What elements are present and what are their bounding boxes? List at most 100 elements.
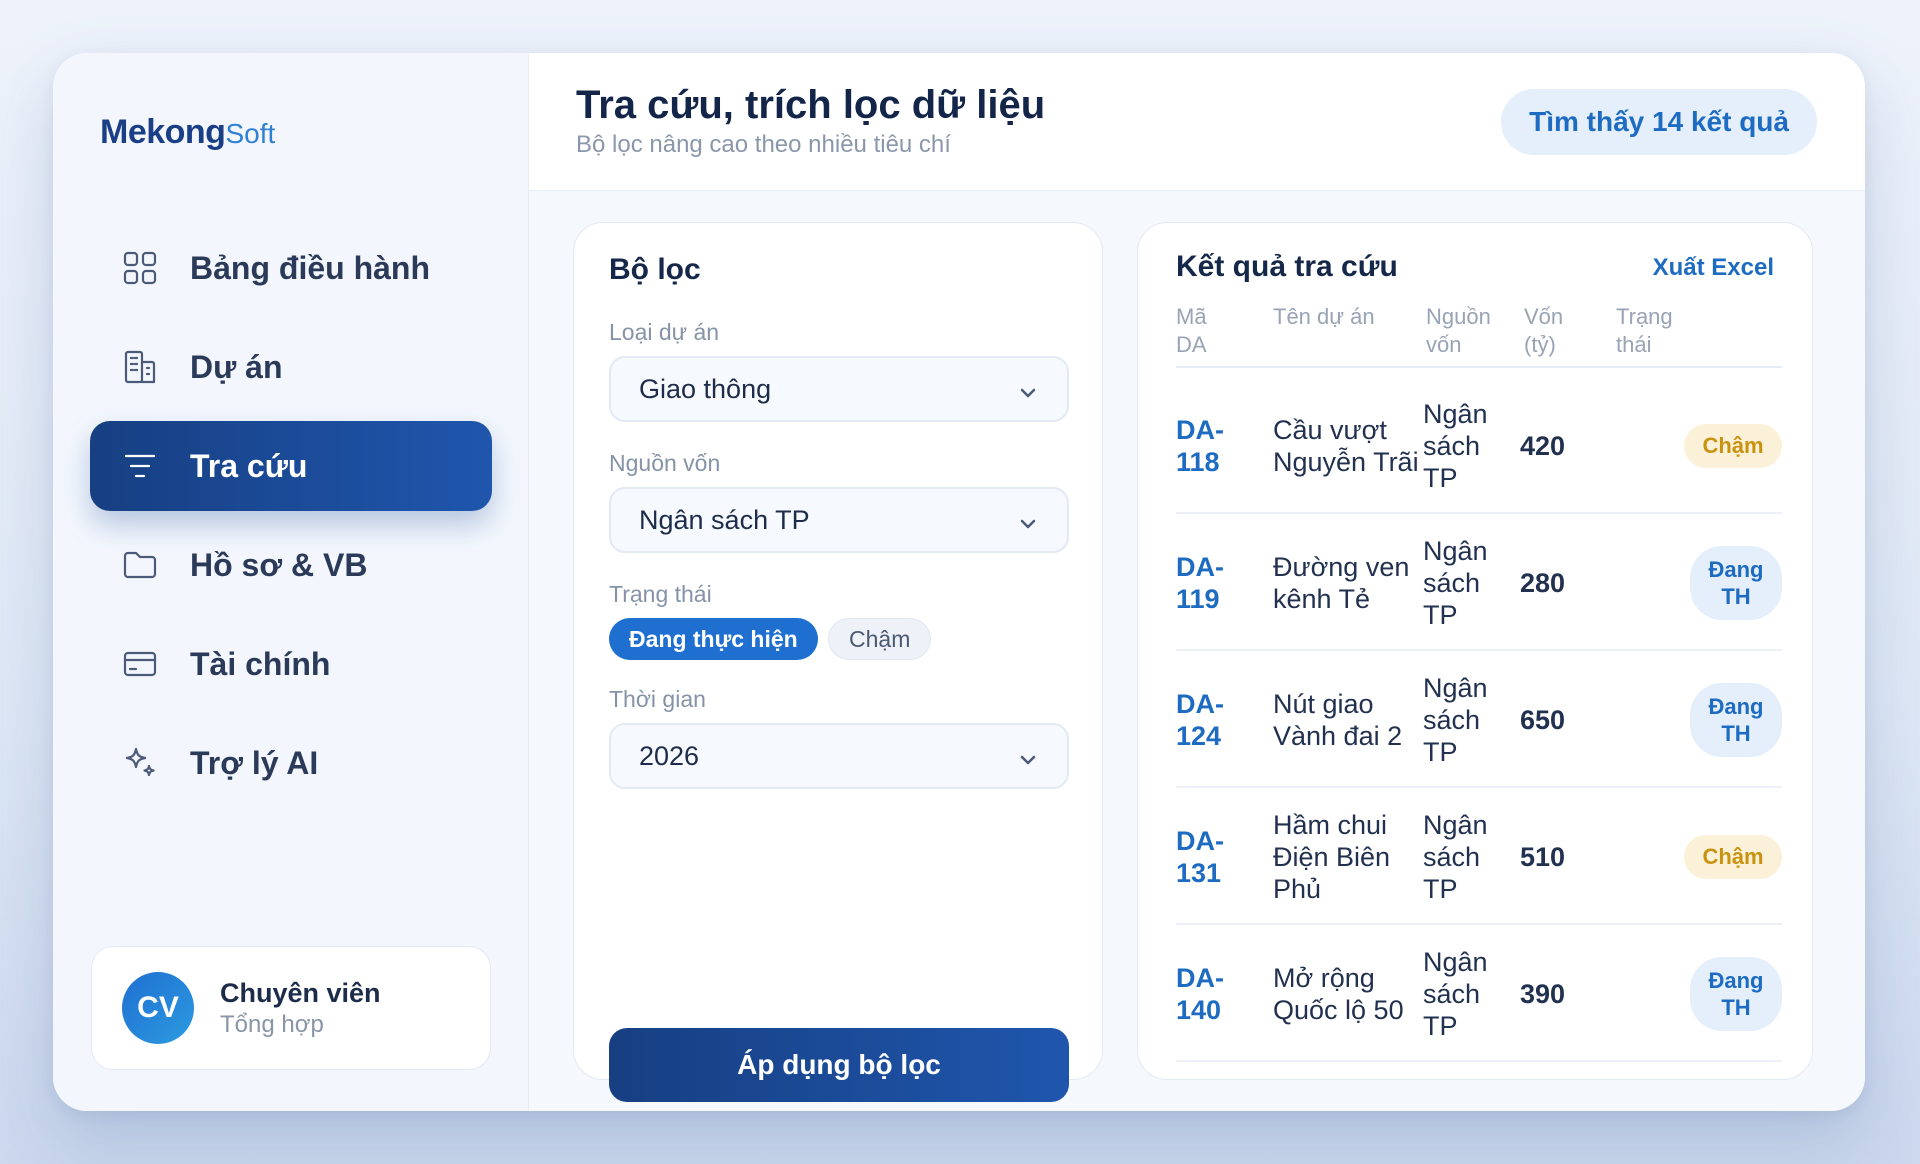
sidebar-item-search[interactable]: Tra cứu xyxy=(90,421,492,511)
sidebar-item-dashboard[interactable]: Bảng điều hành xyxy=(90,223,492,313)
time-select[interactable]: 2026 xyxy=(609,723,1069,789)
status-badge-text: Chậm xyxy=(1702,432,1763,459)
table-row[interactable]: DA- 131 Hầm chui Điện Biên Phủ Ngân sách TP 510 C… xyxy=(1176,788,1782,925)
user-info: Chuyên viên Tổng hợp xyxy=(220,978,381,1039)
cell-line: TH xyxy=(1721,994,1751,1020)
column-header-source[interactable]: Nguồn vốn xyxy=(1426,303,1491,359)
status-badge-text: Đang TH xyxy=(1709,693,1764,747)
status-label: Trạng thái xyxy=(609,581,712,607)
column-header-line: DA xyxy=(1176,332,1207,357)
table-row[interactable]: DA- 119 Đường ven kênh Tẻ Ngân sách TP 280 Đang T… xyxy=(1176,514,1782,651)
capital-value: 650 xyxy=(1520,704,1566,735)
sidebar-item-projects[interactable]: Dự án xyxy=(90,322,492,412)
status-chip-in-progress[interactable]: Đang thực hiện xyxy=(609,618,818,660)
status-badge-text: Chậm xyxy=(1702,843,1763,870)
funding-value: Ngân sách TP xyxy=(639,504,810,535)
status-badge: Đang TH xyxy=(1690,545,1782,620)
project-code: DA- 119 xyxy=(1176,551,1224,615)
funding-label: Nguồn vốn xyxy=(609,450,721,476)
cell-line: Ngân xyxy=(1423,535,1488,566)
status-badge: Đang TH xyxy=(1690,956,1782,1031)
cell-line: Nguyễn Trãi xyxy=(1273,446,1419,477)
funding-source: Ngân sách TP xyxy=(1423,809,1488,905)
cell-line: sách xyxy=(1423,567,1481,598)
result-count-badge: Tìm thấy 14 kết quả xyxy=(1501,89,1817,155)
apply-filter-button[interactable]: Áp dụng bộ lọc xyxy=(609,1028,1069,1102)
cell-line: TP xyxy=(1423,736,1458,767)
cell-line: Ngân xyxy=(1423,946,1488,977)
sidebar-item-label: Tra cứu xyxy=(190,447,308,484)
column-header-line: thái xyxy=(1616,332,1652,357)
cell-line: 119 xyxy=(1176,583,1220,614)
column-header-line: Vốn xyxy=(1524,304,1564,329)
cell-line: TP xyxy=(1423,462,1458,493)
cell-line: Ngân xyxy=(1423,809,1488,840)
sparkle-icon xyxy=(120,743,160,783)
chevron-down-icon xyxy=(1017,380,1039,402)
project-type-select[interactable]: Giao thông xyxy=(609,356,1069,422)
folder-icon xyxy=(120,545,160,585)
cell-line: Phủ xyxy=(1273,873,1322,904)
project-name: Cầu vượt Nguyễn Trãi xyxy=(1273,414,1419,478)
cell-line: Đang xyxy=(1708,967,1764,993)
sidebar-item-finance[interactable]: Tài chính xyxy=(90,619,492,709)
sidebar-item-label: Trợ lý AI xyxy=(190,744,319,781)
cell-line: Hầm chui xyxy=(1273,809,1388,840)
capital-value: 420 xyxy=(1520,430,1566,461)
column-header-code[interactable]: Mã DA xyxy=(1176,303,1207,359)
sidebar-item-documents[interactable]: Hồ sơ & VB xyxy=(90,520,492,610)
column-header-status[interactable]: Trạng thái xyxy=(1616,303,1673,359)
cell-line: Nút giao xyxy=(1273,688,1374,719)
main-content: Tra cứu, trích lọc dữ liệu Bộ lọc nâng c… xyxy=(529,53,1865,1111)
cell-line: 131 xyxy=(1176,857,1222,888)
brand-logo[interactable]: MekongSoft xyxy=(100,113,275,152)
logo-sub-text: Soft xyxy=(225,118,276,149)
cell-line: TH xyxy=(1721,720,1751,746)
sidebar-item-label: Bảng điều hành xyxy=(190,249,430,286)
status-badge: Chậm xyxy=(1684,834,1782,879)
export-excel-link[interactable]: Xuất Excel xyxy=(1653,254,1774,282)
table-row[interactable]: DA- 118 Cầu vượt Nguyễn Trãi Ngân sách TP 420 Ch… xyxy=(1176,377,1782,514)
dashboard-grid-icon xyxy=(120,248,160,288)
cell-line: Vành đai 2 xyxy=(1273,720,1403,751)
table-row[interactable]: DA- 124 Nút giao Vành đai 2 Ngân sách TP 650 Đan… xyxy=(1176,651,1782,788)
status-badge: Đang TH xyxy=(1690,682,1782,757)
chevron-down-icon xyxy=(1017,511,1039,533)
cell-line: DA- xyxy=(1176,551,1224,582)
funding-source: Ngân sách TP xyxy=(1423,672,1488,768)
cell-line: 118 xyxy=(1176,446,1220,477)
column-header-line: Mã xyxy=(1176,304,1207,329)
project-code: DA- 131 xyxy=(1176,825,1224,889)
project-code: DA- 118 xyxy=(1176,414,1224,478)
filter-panel: Bộ lọc Loại dự án Giao thông Nguồn vốn N… xyxy=(573,222,1103,1102)
cell-line: 124 xyxy=(1176,720,1222,751)
funding-source: Ngân sách TP xyxy=(1423,946,1488,1042)
cell-line: sách xyxy=(1423,704,1481,735)
credit-card-icon xyxy=(120,644,160,684)
user-card[interactable]: CV Chuyên viên Tổng hợp xyxy=(91,946,491,1070)
cell-line: TH xyxy=(1721,583,1751,609)
cell-line: Ngân xyxy=(1423,672,1488,703)
column-header-name[interactable]: Tên dự án xyxy=(1273,303,1375,331)
column-header-capital[interactable]: Vốn (tỷ) xyxy=(1524,303,1563,359)
status-badge: Chậm xyxy=(1684,423,1782,468)
project-type-value: Giao thông xyxy=(639,373,772,404)
table-row[interactable]: DA- 140 Mở rộng Quốc lộ 50 Ngân sách TP 390 Đang… xyxy=(1176,925,1782,1062)
table-header: Mã DA Tên dự án Nguồn vốn Vốn (tỷ) Trạng thái xyxy=(1176,303,1782,368)
funding-source: Ngân sách TP xyxy=(1423,398,1488,494)
sidebar-item-ai-assistant[interactable]: Trợ lý AI xyxy=(90,718,492,808)
cell-line: DA- xyxy=(1176,688,1224,719)
cell-line: Đang xyxy=(1708,693,1764,719)
cell-line: DA- xyxy=(1176,962,1224,993)
funding-source: Ngân sách TP xyxy=(1423,535,1488,631)
cell-line: kênh Tẻ xyxy=(1273,583,1371,614)
sidebar: MekongSoft Bảng điều hành Dự án Tra cứu Hồ … xyxy=(53,53,529,1111)
funding-select[interactable]: Ngân sách TP xyxy=(609,487,1069,553)
cell-line: DA- xyxy=(1176,825,1224,856)
chevron-down-icon xyxy=(1017,747,1039,769)
cell-line: TP xyxy=(1423,873,1458,904)
status-chip-delayed[interactable]: Chậm xyxy=(828,618,932,660)
logo-main-text: Mekong xyxy=(100,113,226,151)
filter-title: Bộ lọc xyxy=(609,253,701,286)
status-badge-text: Đang TH xyxy=(1709,967,1764,1021)
